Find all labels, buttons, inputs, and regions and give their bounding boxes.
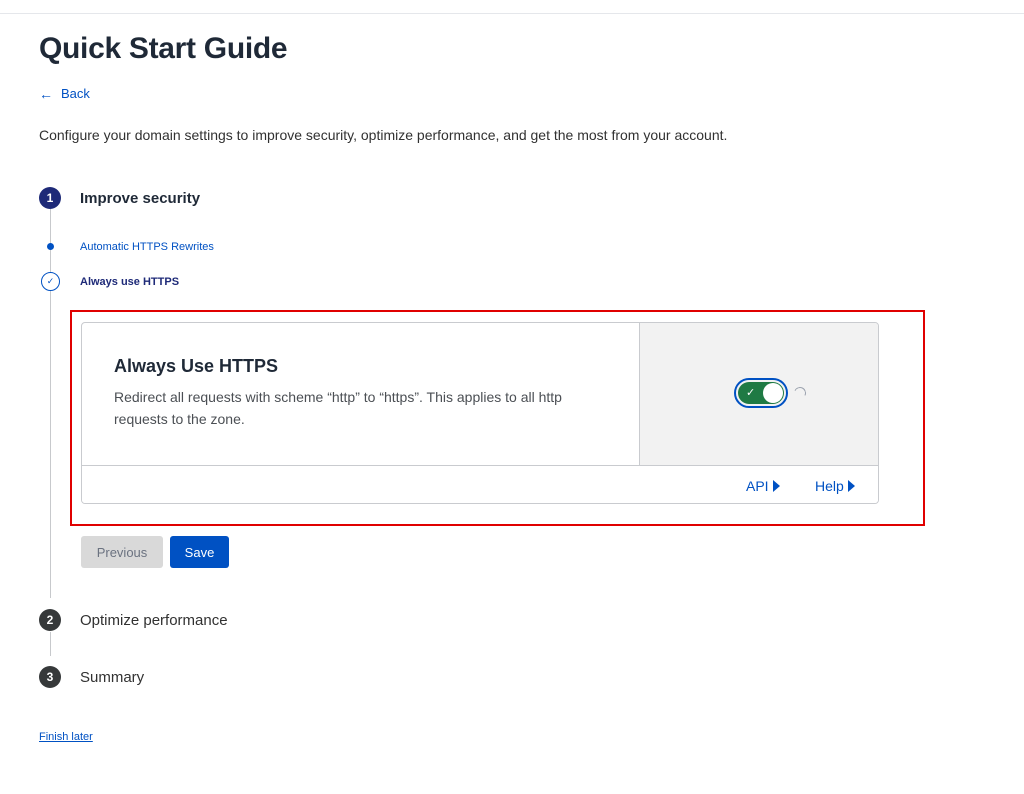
setting-card-control-panel: ✓ [639, 323, 878, 465]
previous-button[interactable]: Previous [81, 536, 163, 568]
toggle-knob [763, 383, 783, 403]
stepper-line-1 [50, 209, 51, 598]
api-link[interactable]: API [746, 478, 780, 494]
api-label: API [746, 478, 769, 494]
step-1-title: Improve security [80, 190, 201, 207]
substep-always-use-https: Always use HTTPS [80, 276, 180, 288]
step-2-number: 2 [39, 609, 61, 631]
loading-spinner-icon [792, 385, 808, 401]
always-use-https-toggle[interactable]: ✓ [734, 378, 788, 408]
setting-card-footer: API Help [82, 465, 878, 503]
setting-card-title: Always Use HTTPS [114, 356, 279, 376]
check-icon: ✓ [746, 387, 756, 399]
toggle-track: ✓ [738, 382, 784, 404]
substep-automatic-https-rewrites[interactable]: Automatic HTTPS Rewrites [80, 241, 214, 253]
caret-right-icon [772, 480, 780, 492]
step-2-title[interactable]: Optimize performance [80, 612, 228, 629]
save-button[interactable]: Save [170, 536, 229, 568]
setting-card-always-use-https: Always Use HTTPS Redirect all requests w… [81, 322, 879, 504]
step-3-title[interactable]: Summary [80, 669, 144, 686]
top-divider [0, 13, 1024, 14]
substep-current-icon: ✓ [41, 272, 60, 291]
help-link[interactable]: Help [815, 478, 855, 494]
step-3-number: 3 [39, 666, 61, 688]
setting-card-description: Redirect all requests with scheme “http”… [114, 389, 562, 427]
setting-card-content: Always Use HTTPS Redirect all requests w… [82, 323, 639, 465]
help-label: Help [815, 478, 844, 494]
caret-right-icon [847, 480, 855, 492]
arrow-left-icon: ← [39, 85, 53, 102]
page-title: Quick Start Guide [39, 32, 288, 65]
back-label: Back [61, 86, 90, 101]
substep-completed-dot [47, 243, 54, 250]
intro-text: Configure your domain settings to improv… [39, 127, 728, 143]
step-1-number: 1 [39, 187, 61, 209]
stepper-line-2 [50, 632, 51, 656]
finish-later-link[interactable]: Finish later [39, 731, 93, 743]
back-link[interactable]: ← Back [39, 86, 90, 101]
